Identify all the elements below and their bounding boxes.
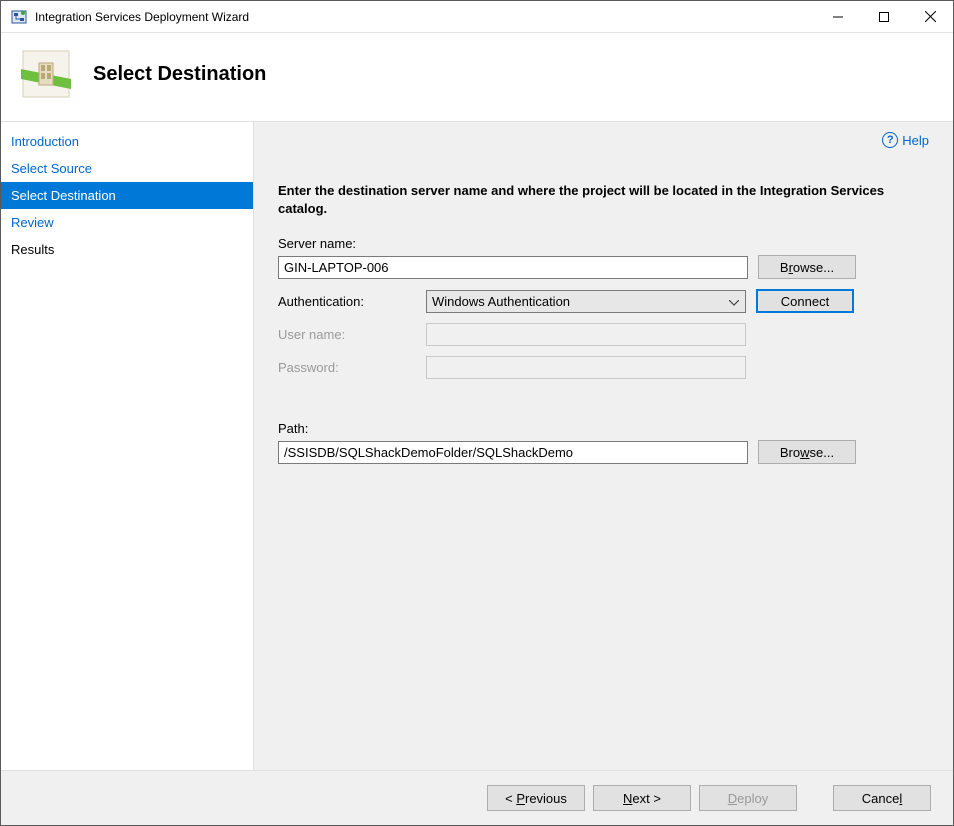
sidebar: Introduction Select Source Select Destin… xyxy=(1,122,254,770)
footer: < Previous Next > Deploy Cancel xyxy=(1,771,953,825)
maximize-button[interactable] xyxy=(861,1,907,32)
instruction-text: Enter the destination server name and wh… xyxy=(278,182,929,218)
password-label: Password: xyxy=(278,360,416,375)
help-label: Help xyxy=(902,133,929,148)
help-link[interactable]: ? Help xyxy=(882,132,929,148)
path-input[interactable] xyxy=(278,441,748,464)
app-icon xyxy=(11,9,27,25)
path-label: Path: xyxy=(278,421,929,436)
next-button[interactable]: Next > xyxy=(593,785,691,811)
form: Server name: Browse... Authentication: W… xyxy=(278,236,929,464)
previous-button[interactable]: < Previous xyxy=(487,785,585,811)
help-icon: ? xyxy=(882,132,898,148)
server-name-label: Server name: xyxy=(278,236,929,251)
browse-path-button[interactable]: Browse... xyxy=(758,440,856,464)
authentication-select[interactable]: Windows Authentication xyxy=(426,290,746,313)
sidebar-item-select-destination[interactable]: Select Destination xyxy=(1,182,253,209)
chevron-down-icon xyxy=(725,294,743,309)
wizard-step-icon xyxy=(21,49,71,99)
body: Introduction Select Source Select Destin… xyxy=(1,121,953,771)
sidebar-item-introduction[interactable]: Introduction xyxy=(1,128,253,155)
password-input xyxy=(426,356,746,379)
close-button[interactable] xyxy=(907,1,953,32)
deployment-wizard-window: Integration Services Deployment Wizard xyxy=(0,0,954,826)
authentication-value: Windows Authentication xyxy=(432,294,570,309)
minimize-button[interactable] xyxy=(815,1,861,32)
authentication-label: Authentication: xyxy=(278,294,416,309)
window-controls xyxy=(815,1,953,32)
user-name-label: User name: xyxy=(278,327,416,342)
server-name-input[interactable] xyxy=(278,256,748,279)
user-name-input xyxy=(426,323,746,346)
window-title: Integration Services Deployment Wizard xyxy=(35,10,815,24)
sidebar-item-review[interactable]: Review xyxy=(1,209,253,236)
deploy-button: Deploy xyxy=(699,785,797,811)
cancel-button[interactable]: Cancel xyxy=(833,785,931,811)
page-title: Select Destination xyxy=(93,63,266,86)
sidebar-item-results[interactable]: Results xyxy=(1,236,253,263)
main-panel: ? Help Enter the destination server name… xyxy=(254,122,953,770)
browse-server-button[interactable]: Browse... xyxy=(758,255,856,279)
header: Select Destination xyxy=(1,33,953,121)
titlebar: Integration Services Deployment Wizard xyxy=(1,1,953,33)
sidebar-item-select-source[interactable]: Select Source xyxy=(1,155,253,182)
connect-button[interactable]: Connect xyxy=(756,289,854,313)
